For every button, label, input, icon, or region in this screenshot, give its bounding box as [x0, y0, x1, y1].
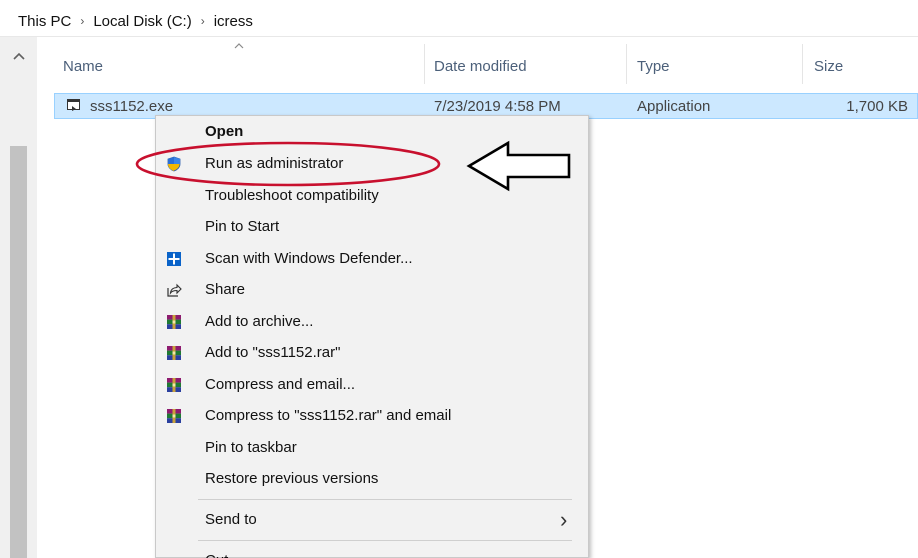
winrar-icon	[167, 378, 181, 392]
menu-item-label: Scan with Windows Defender...	[205, 250, 413, 267]
highlight-ellipse	[135, 141, 441, 187]
menu-item-label: Send to	[205, 511, 257, 528]
menu-item-scan-with-windows-defender[interactable]: Scan with Windows Defender...	[156, 244, 588, 274]
winrar-icon	[167, 346, 181, 360]
menu-separator	[198, 540, 572, 541]
breadcrumb-local-disk[interactable]: Local Disk (C:)	[93, 13, 191, 30]
pointer-arrow-icon	[466, 140, 571, 192]
column-header-date-modified[interactable]: Date modified	[434, 58, 527, 75]
winrar-icon	[167, 409, 181, 423]
menu-item-label: Compress to "sss1152.rar" and email	[205, 407, 452, 424]
menu-item-pin-to-start[interactable]: Pin to Start	[156, 212, 588, 242]
menu-item-add-to-archive[interactable]: Add to archive...	[156, 307, 588, 337]
breadcrumb: This PC › Local Disk (C:) › icress	[18, 10, 253, 32]
breadcrumb-icress[interactable]: icress	[214, 13, 253, 30]
breadcrumb-separator: ›	[80, 14, 85, 28]
menu-item-label: Add to archive...	[205, 313, 314, 330]
column-divider[interactable]	[424, 44, 425, 84]
share-icon	[167, 283, 182, 297]
menu-item-label: Compress and email...	[205, 376, 356, 393]
menu-item-cut[interactable]: Cut	[156, 550, 588, 558]
file-name[interactable]: sss1152.exe	[90, 98, 173, 115]
menu-item-label: Pin to Start	[205, 218, 280, 235]
menu-item-label: Restore previous versions	[205, 470, 379, 487]
menu-item-send-to[interactable]: Send to ›	[156, 505, 588, 535]
submenu-arrow-icon: ›	[560, 507, 568, 532]
column-header-name[interactable]: Name	[63, 58, 103, 75]
breadcrumb-divider	[0, 36, 918, 37]
application-file-icon	[67, 99, 80, 111]
menu-item-add-to-rar[interactable]: Add to "sss1152.rar"	[156, 338, 588, 368]
file-type: Application	[637, 98, 711, 115]
menu-item-compress-to-rar-and-email[interactable]: Compress to "sss1152.rar" and email	[156, 401, 588, 431]
menu-item-label: Cut	[205, 550, 228, 558]
menu-item-compress-and-email[interactable]: Compress and email...	[156, 370, 588, 400]
breadcrumb-separator: ›	[200, 14, 205, 28]
winrar-icon	[167, 315, 181, 329]
menu-item-share[interactable]: Share	[156, 275, 588, 305]
scrollbar-thumb[interactable]	[10, 146, 27, 558]
sort-ascending-icon	[234, 43, 244, 49]
file-date-modified: 7/23/2019 4:58 PM	[434, 98, 561, 115]
column-divider[interactable]	[626, 44, 627, 84]
menu-item-label: Share	[205, 281, 246, 298]
menu-item-pin-to-taskbar[interactable]: Pin to taskbar	[156, 433, 588, 463]
menu-item-label: Pin to taskbar	[205, 439, 297, 456]
menu-separator	[198, 499, 572, 500]
menu-item-label: Add to "sss1152.rar"	[205, 344, 341, 361]
defender-icon	[167, 252, 181, 266]
scroll-up-arrow-icon[interactable]	[12, 50, 26, 64]
menu-item-restore-previous-versions[interactable]: Restore previous versions	[156, 464, 588, 494]
breadcrumb-this-pc[interactable]: This PC	[18, 13, 71, 30]
file-size: 1,700 KB	[846, 98, 908, 115]
column-header-type[interactable]: Type	[637, 58, 670, 75]
column-header-size[interactable]: Size	[814, 58, 843, 75]
column-divider[interactable]	[802, 44, 803, 84]
